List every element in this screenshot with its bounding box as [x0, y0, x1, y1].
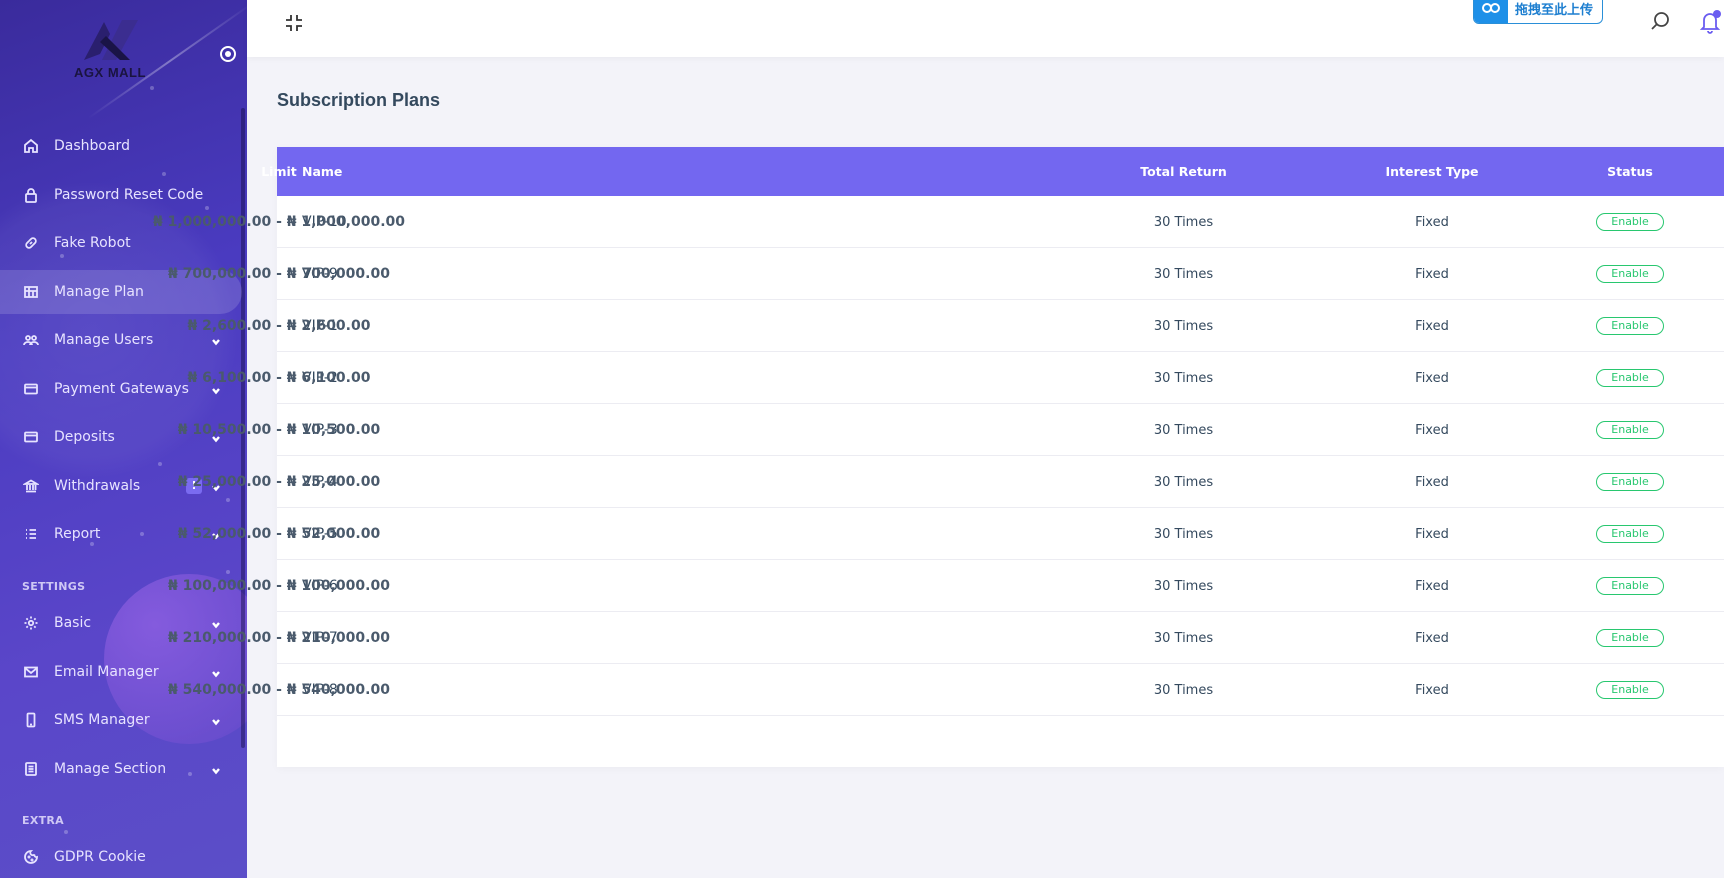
status-badge: Enable — [1596, 317, 1664, 335]
status-cell: Enable — [1530, 456, 1724, 508]
status-cell: Enable — [1530, 612, 1724, 664]
plan-limit: ₦ 1,000,000.00 - ₦ 1,000,000.00 — [152, 214, 406, 230]
status-badge: Enable — [1596, 213, 1664, 231]
plan-interest-type: Fixed — [1415, 422, 1449, 438]
sidebar-item-label: Manage Section — [54, 760, 167, 777]
table-row: VIP-6 ₦ 100,000.00 - ₦ 100,000.00 30 Times… — [168, 560, 1724, 612]
sidebar-item-manage-section[interactable]: Manage Section — [0, 745, 247, 794]
status-badge: Enable — [1596, 525, 1664, 543]
status-cell: Enable — [1530, 508, 1724, 560]
page-icon — [22, 760, 40, 778]
plan-limit: ₦ 52,000.00 - ₦ 52,000.00 — [177, 526, 381, 542]
column-header-status[interactable]: Status — [1530, 147, 1724, 196]
radio-dot-icon — [225, 51, 231, 57]
status-cell: Enable — [1530, 560, 1724, 612]
plan-total-return: 30 Times — [1153, 630, 1214, 646]
status-cell: Enable — [1530, 664, 1724, 716]
plan-interest-type: Fixed — [1415, 474, 1449, 490]
table-row: VIP-7 ₦ 210,000.00 - ₦ 210,000.00 30 Times… — [168, 612, 1724, 664]
status-badge: Enable — [1596, 421, 1664, 439]
plan-limit: ₦ 540,000.00 - ₦ 540,000.00 — [168, 682, 390, 698]
sidebar-section-extra: EXTRA — [22, 814, 64, 828]
plan-total-return: 30 Times — [1153, 682, 1214, 698]
chevron-down-icon[interactable] — [211, 764, 221, 775]
table-header: Name Limit Total Return Interest Type St… — [261, 147, 1724, 196]
plan-interest-type: Fixed — [1415, 682, 1449, 698]
table-row: VIP-4 ₦ 25,000.00 - ₦ 25,000.00 30 Times Fi… — [178, 456, 1724, 508]
plan-interest-type: Fixed — [1415, 630, 1449, 646]
status-badge: Enable — [1596, 369, 1664, 387]
plan-interest-type: Fixed — [1415, 578, 1449, 594]
plan-limit: ₦ 25,000.00 - ₦ 25,000.00 — [177, 474, 381, 490]
status-badge: Enable — [1596, 473, 1664, 491]
plan-total-return: 30 Times — [1153, 526, 1214, 542]
plan-interest-type: Fixed — [1415, 526, 1449, 542]
plan-interest-type: Fixed — [1415, 370, 1449, 386]
upload-button[interactable]: 拖拽至此上传 — [1473, 0, 1603, 24]
status-badge: Enable — [1596, 265, 1664, 283]
plan-limit: ₦ 100,000.00 - ₦ 100,000.00 — [168, 578, 390, 594]
plan-limit: ₦ 2,600.00 - ₦ 2,600.00 — [187, 318, 371, 334]
plan-total-return: 30 Times — [1153, 370, 1214, 386]
brand-name: AGX MALL — [74, 65, 146, 80]
status-cell: Enable — [1530, 196, 1724, 248]
plan-interest-type: Fixed — [1415, 214, 1449, 230]
plan-total-return: 30 Times — [1153, 266, 1214, 282]
cookie-icon — [22, 848, 40, 866]
sidebar-item-label: GDPR Cookie — [54, 849, 146, 866]
plan-limit: ₦ 210,000.00 - ₦ 210,000.00 — [168, 630, 390, 646]
logo-icon — [84, 20, 138, 60]
notification-dot — [1713, 10, 1721, 18]
plan-total-return: 30 Times — [1153, 318, 1214, 334]
table-row: VIP-5 ₦ 52,000.00 - ₦ 52,000.00 30 Times Fi… — [178, 508, 1724, 560]
topbar: 拖拽至此上传 — [247, 0, 1724, 57]
brand-logo[interactable]: AGX MALL — [70, 16, 150, 82]
search-icon[interactable] — [1649, 10, 1671, 32]
page-title: Subscription Plans — [277, 90, 441, 110]
status-cell: Enable — [1530, 300, 1724, 352]
status-cell: Enable — [1530, 352, 1724, 404]
table-row: VIP-8 ₦ 540,000.00 - ₦ 540,000.00 30 Times… — [168, 664, 1724, 716]
plans-table-card: Name Limit Total Return Interest Type St… — [153, 147, 1724, 767]
status-badge: Enable — [1596, 577, 1664, 595]
status-cell: Enable — [1530, 404, 1724, 456]
table-row: VIP-9 ₦ 700,000.00 - ₦ 700,000.00 30 Times… — [168, 248, 1724, 300]
column-header-interest-type[interactable]: Interest Type — [1332, 147, 1532, 196]
plan-limit: ₦ 700,000.00 - ₦ 700,000.00 — [168, 266, 390, 282]
cloud-link-icon — [1474, 0, 1508, 23]
plan-total-return: 30 Times — [1153, 422, 1214, 438]
table-row: VIP-3 ₦ 10,500.00 - ₦ 10,500.00 30 Times Fi… — [178, 404, 1724, 456]
plan-limit: ₦ 6,100.00 - ₦ 6,100.00 — [187, 370, 371, 386]
sidebar-decoration — [150, 86, 154, 90]
plan-total-return: 30 Times — [1153, 474, 1214, 490]
table-row: VIP-1 ₦ 2,600.00 - ₦ 2,600.00 30 Times Fixe… — [188, 300, 1724, 352]
table-row: VIP-10 ₦ 1,000,000.00 - ₦ 1,000,000.00 30 … — [153, 196, 1724, 248]
status-badge: Enable — [1596, 681, 1664, 699]
plan-total-return: 30 Times — [1153, 214, 1214, 230]
sidebar-collapse-toggle[interactable] — [220, 46, 236, 62]
plan-total-return: 30 Times — [1153, 578, 1214, 594]
status-cell: Enable — [1530, 248, 1724, 300]
fullscreen-exit-icon[interactable] — [283, 12, 305, 34]
table-row: VIP-2 ₦ 6,100.00 - ₦ 6,100.00 30 Times Fixe… — [188, 352, 1724, 404]
plan-interest-type: Fixed — [1415, 318, 1449, 334]
sidebar-item-gdpr-cookie[interactable]: GDPR Cookie — [0, 833, 247, 878]
status-badge: Enable — [1596, 629, 1664, 647]
plan-limit: ₦ 10,500.00 - ₦ 10,500.00 — [177, 422, 381, 438]
column-header-limit[interactable]: Limit — [0, 147, 1002, 196]
plan-interest-type: Fixed — [1415, 266, 1449, 282]
column-header-total-return[interactable]: Total Return — [1076, 147, 1291, 196]
chevron-down-icon[interactable] — [211, 715, 221, 726]
upload-button-label: 拖拽至此上传 — [1515, 2, 1594, 18]
